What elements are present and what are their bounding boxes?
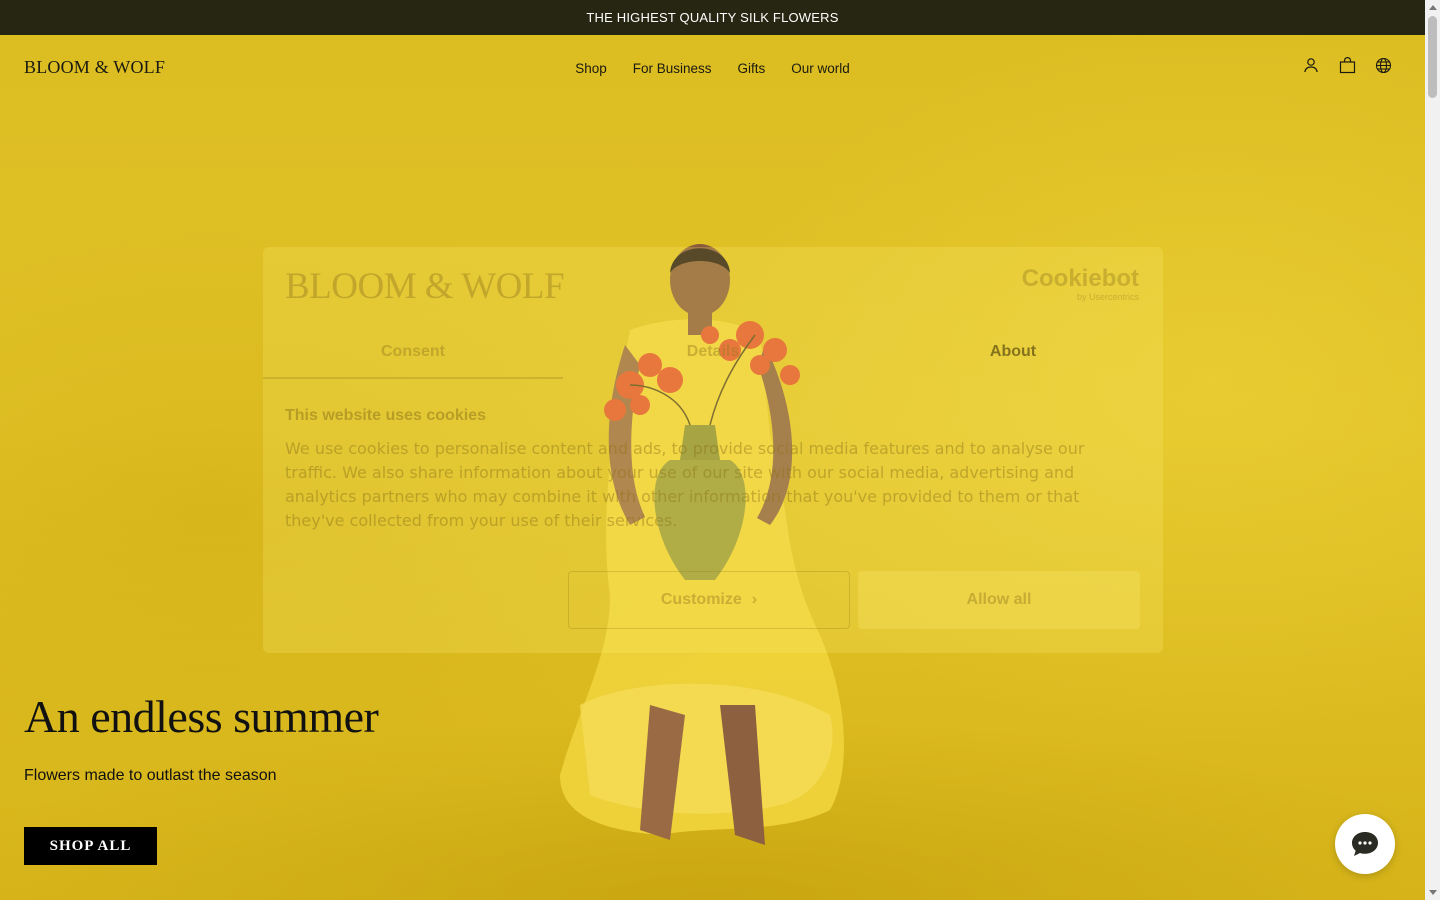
globe-icon[interactable] — [1373, 55, 1393, 75]
nav-item-our-world[interactable]: Our world — [791, 61, 850, 76]
tab-about[interactable]: About — [863, 339, 1163, 379]
account-icon[interactable] — [1301, 55, 1321, 75]
chat-bubble-icon — [1352, 832, 1378, 856]
announcement-text: THE HIGHEST QUALITY SILK FLOWERS — [586, 10, 839, 25]
cookie-body: We use cookies to personalise content an… — [285, 439, 1085, 530]
main-nav: Shop For Business Gifts Our world — [0, 61, 1425, 76]
cookie-consent-dialog: BLOOM & WOLF Cookiebot by Usercentrics C… — [263, 247, 1163, 653]
cookie-title: This website uses cookies — [285, 407, 486, 424]
scroll-up-arrow-icon[interactable] — [1429, 5, 1437, 10]
hero-title: An endless summer — [24, 691, 379, 742]
scrollbar-thumb[interactable] — [1428, 16, 1437, 98]
cookiebot-logo: Cookiebot by Usercentrics — [1022, 267, 1139, 302]
cookie-dialog-logo: BLOOM & WOLF — [285, 266, 565, 307]
nav-item-gifts[interactable]: Gifts — [738, 61, 766, 76]
cookiebot-name: Cookiebot — [1021, 265, 1139, 292]
bag-icon[interactable] — [1337, 55, 1357, 75]
cookie-tabs: Consent Details About — [263, 339, 1163, 379]
allow-all-label: Allow all — [966, 591, 1032, 608]
nav-item-shop[interactable]: Shop — [575, 61, 607, 76]
allow-all-button[interactable]: Allow all — [858, 571, 1140, 629]
shop-all-button[interactable]: SHOP ALL — [24, 827, 157, 865]
site-header: BLOOM & WOLF Shop For Business Gifts Our… — [0, 35, 1425, 105]
header-icons — [1301, 55, 1393, 75]
page-scrollbar[interactable] — [1425, 0, 1440, 900]
chevron-right-icon: › — [751, 591, 758, 608]
announcement-bar: THE HIGHEST QUALITY SILK FLOWERS — [0, 0, 1425, 35]
cookiebot-subtitle: by Usercentrics — [1076, 292, 1139, 302]
hero-subtitle: Flowers made to outlast the season — [24, 767, 277, 784]
scroll-down-arrow-icon[interactable] — [1429, 890, 1437, 895]
customize-label: Customize — [660, 591, 742, 608]
tab-details[interactable]: Details — [563, 339, 863, 379]
customize-button[interactable]: Customize › — [568, 571, 850, 629]
nav-item-for-business[interactable]: For Business — [633, 61, 712, 76]
tab-consent[interactable]: Consent — [263, 339, 563, 379]
chat-button[interactable] — [1335, 814, 1395, 874]
